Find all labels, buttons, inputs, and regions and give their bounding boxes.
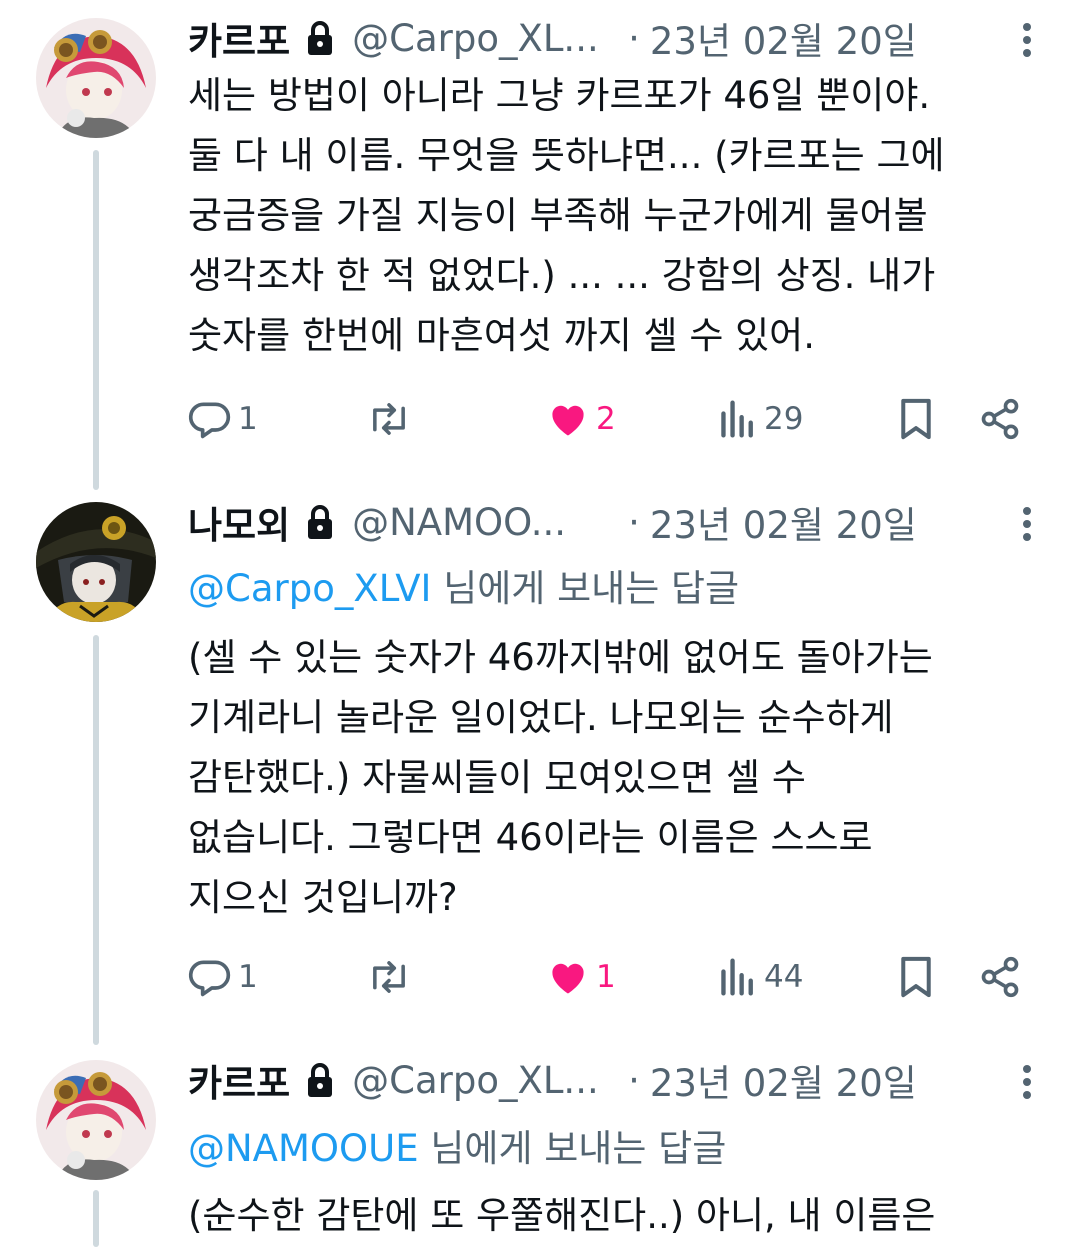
display-name[interactable]: 카르포 <box>188 1053 290 1107</box>
share-button[interactable] <box>978 394 1022 444</box>
action-bar: 1 2 29 <box>188 394 1028 444</box>
reply-count: 1 <box>238 401 258 437</box>
timestamp[interactable]: 23년 02월 20일 <box>650 1053 917 1107</box>
reply-icon <box>188 402 231 439</box>
mention-link[interactable]: @Carpo_XLVI <box>188 567 431 610</box>
handle[interactable]: @NAMOO... <box>352 501 614 544</box>
timestamp[interactable]: 23년 02월 20일 <box>650 495 917 549</box>
share-icon <box>981 398 1019 440</box>
bookmark-icon <box>901 956 931 998</box>
share-icon <box>981 956 1019 998</box>
tweet[interactable]: 카르포 @Carpo_XL... · 23년 02월 20일 세는 방법이 아니… <box>0 0 1080 470</box>
text-line: 숫자를 한번에 마흔여섯 까지 셀 수 있어. <box>188 314 815 357</box>
handle[interactable]: @Carpo_XL... <box>352 1059 614 1102</box>
display-name[interactable]: 카르포 <box>188 11 290 65</box>
retweet-icon <box>373 403 405 435</box>
avatar-image <box>36 1060 156 1180</box>
lock-icon <box>304 1062 336 1098</box>
replying-to-label: 님에게 보내는 답글 <box>418 1127 727 1170</box>
tweet[interactable]: 나모외 @NAMOO... · 23년 02월 20일 @Carpo_XLVI … <box>0 484 1080 1044</box>
mention-link[interactable]: @NAMOOUE <box>188 1127 419 1170</box>
text-line: (셀 수 있는 숫자가 46까지밖에 없어도 돌아가는 <box>188 636 933 679</box>
more-icon[interactable] <box>1020 506 1034 542</box>
action-bar: 1 1 44 <box>188 952 1028 1002</box>
like-button[interactable]: 2 <box>546 394 616 444</box>
text-line: 지으신 것입니까? <box>188 876 458 919</box>
tweet-text: 세는 방법이 아니라 그냥 카르포가 46일 뿐이야. 둘 다 내 이름. 무엇… <box>188 66 945 366</box>
heart-icon <box>552 405 584 436</box>
retweet-button[interactable] <box>366 394 412 444</box>
share-button[interactable] <box>978 952 1022 1002</box>
views-button[interactable]: 29 <box>718 394 803 444</box>
text-line: 감탄했다.) 자물씨들이 모여있으면 셀 수 <box>188 756 806 799</box>
replying-to-label: 님에게 보내는 답글 <box>431 567 740 610</box>
separator: · <box>628 1058 640 1102</box>
separator: · <box>628 500 640 544</box>
text-line: 기계라니 놀라운 일이었다. 나모외는 순수하게 <box>188 696 894 739</box>
lock-icon <box>304 504 336 540</box>
reply-count: 1 <box>238 959 258 995</box>
bookmark-button[interactable] <box>896 394 936 444</box>
handle[interactable]: @Carpo_XL... <box>352 17 614 60</box>
timestamp[interactable]: 23년 02월 20일 <box>650 11 917 65</box>
text-line: 생각조차 한 적 없었다.) ... ... 강함의 상징. 내가 <box>188 254 936 297</box>
tweet-text: (셀 수 있는 숫자가 46까지밖에 없어도 돌아가는 기계라니 놀라운 일이었… <box>188 628 933 928</box>
avatar-image <box>36 18 156 138</box>
text-line: 없습니다. 그렇다면 46이라는 이름은 스스로 <box>188 816 873 859</box>
like-button[interactable]: 1 <box>546 952 616 1002</box>
text-line: 둘 다 내 이름. 무엇을 뜻하냐면... (카르포는 그에 <box>188 134 945 177</box>
timeline: 카르포 @Carpo_XL... · 23년 02월 20일 세는 방법이 아니… <box>0 0 1080 1247</box>
view-count: 29 <box>764 401 804 437</box>
tweet[interactable]: 카르포 @Carpo_XL... · 23년 02월 20일 @NAMOOUE … <box>0 1042 1080 1247</box>
reply-icon <box>188 960 231 997</box>
avatar[interactable] <box>36 1060 156 1180</box>
replying-to: @NAMOOUE 님에게 보내는 답글 <box>188 1118 726 1172</box>
replying-to: @Carpo_XLVI 님에게 보내는 답글 <box>188 558 739 612</box>
bookmark-icon <box>901 398 931 440</box>
text-line: (순수한 감탄에 또 우쭐해진다..) 아니, 내 이름은 <box>188 1194 936 1237</box>
retweet-button[interactable] <box>366 952 412 1002</box>
lock-icon <box>304 20 336 56</box>
tweet-text: (순수한 감탄에 또 우쭐해진다..) 아니, 내 이름은 <box>188 1186 935 1246</box>
bookmark-button[interactable] <box>896 952 936 1002</box>
more-icon[interactable] <box>1020 1064 1034 1100</box>
avatar[interactable] <box>36 502 156 622</box>
reply-button[interactable]: 1 <box>188 952 258 1002</box>
avatar[interactable] <box>36 18 156 138</box>
more-icon[interactable] <box>1020 22 1034 58</box>
retweet-icon <box>373 961 405 993</box>
views-icon <box>721 400 753 438</box>
text-line: 세는 방법이 아니라 그냥 카르포가 46일 뿐이야. <box>188 74 931 117</box>
like-count: 1 <box>596 959 616 995</box>
reply-button[interactable]: 1 <box>188 394 258 444</box>
views-icon <box>721 958 753 996</box>
heart-icon <box>552 963 584 994</box>
views-button[interactable]: 44 <box>718 952 803 1002</box>
avatar-image <box>36 502 156 622</box>
text-line: 궁금증을 가질 지능이 부족해 누군가에게 물어볼 <box>188 194 928 237</box>
separator: · <box>628 16 640 60</box>
display-name[interactable]: 나모외 <box>188 495 290 549</box>
like-count: 2 <box>596 401 616 437</box>
view-count: 44 <box>764 959 804 995</box>
